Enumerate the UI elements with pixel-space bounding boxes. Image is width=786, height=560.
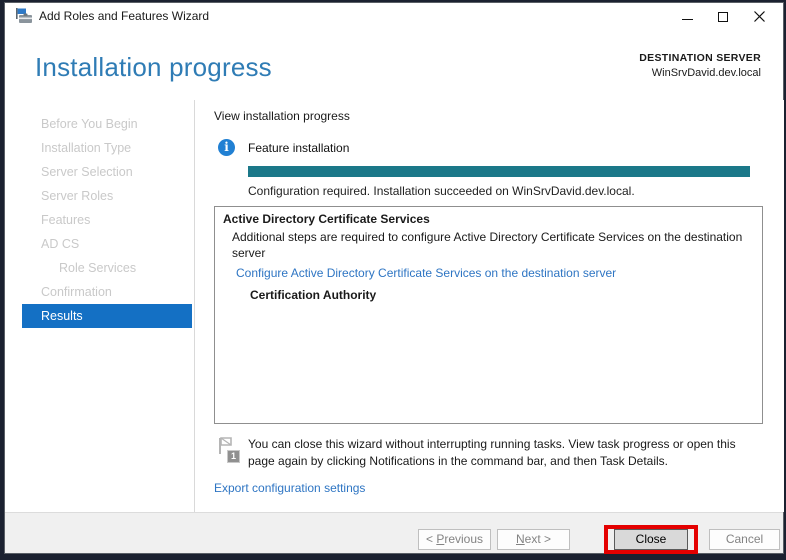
wizard-footer: < Previous Next > Close Cancel [5, 512, 783, 553]
sidebar-item-server-roles: Server Roles [22, 184, 192, 208]
next-button[interactable]: Next > [497, 529, 570, 550]
close-wizard-note: You can close this wizard without interr… [248, 436, 750, 470]
window-title: Add Roles and Features Wizard [39, 3, 209, 30]
titlebar[interactable]: Add Roles and Features Wizard [5, 3, 783, 30]
wizard-window: Add Roles and Features Wizard Installati… [4, 2, 784, 554]
sidebar-item-confirmation: Confirmation [22, 280, 192, 304]
cancel-button[interactable]: Cancel [709, 529, 780, 550]
page-title: Installation progress [35, 52, 272, 83]
sidebar-item-installation-type: Installation Type [22, 136, 192, 160]
sidebar-item-role-services: Role Services [22, 256, 192, 280]
role-detail-text: Additional steps are required to configu… [232, 229, 760, 261]
destination-server-value: WinSrvDavid.dev.local [639, 67, 761, 79]
task-count-badge: 1 [227, 450, 240, 463]
wizard-content: View installation progress i Feature ins… [196, 100, 784, 512]
role-title: Active Directory Certificate Services [223, 212, 430, 226]
wizard-steps-sidebar: Before You Begin Installation Type Serve… [5, 100, 195, 512]
next-label: N [516, 532, 525, 546]
minimize-icon[interactable] [669, 3, 705, 30]
flag-icon: 1 [218, 437, 240, 464]
progress-fill [248, 166, 750, 177]
progress-status-text: Configuration required. Installation suc… [248, 184, 635, 198]
destination-server-block: DESTINATION SERVER WinSrvDavid.dev.local [639, 52, 761, 79]
certification-authority-label: Certification Authority [250, 288, 376, 302]
progress-bar [248, 166, 750, 177]
results-box: Active Directory Certificate Services Ad… [214, 206, 763, 424]
close-button[interactable]: Close [614, 529, 688, 550]
info-icon: i [218, 139, 235, 156]
sidebar-item-features: Features [22, 208, 192, 232]
close-icon[interactable] [741, 3, 777, 30]
configure-adcs-link[interactable]: Configure Active Directory Certificate S… [236, 266, 616, 280]
window-controls [669, 3, 777, 30]
sidebar-item-ad-cs: AD CS [22, 232, 192, 256]
sidebar-item-results[interactable]: Results [22, 304, 192, 328]
export-configuration-link[interactable]: Export configuration settings [214, 481, 365, 495]
destination-server-label: DESTINATION SERVER [639, 52, 761, 64]
feature-installation-label: Feature installation [248, 141, 349, 155]
sidebar-item-server-selection: Server Selection [22, 160, 192, 184]
sidebar-item-before-you-begin: Before You Begin [22, 112, 192, 136]
wizard-app-icon [15, 8, 33, 24]
maximize-icon[interactable] [705, 3, 741, 30]
previous-label: < [426, 532, 436, 546]
previous-button[interactable]: < Previous [418, 529, 491, 550]
view-progress-label: View installation progress [214, 109, 350, 123]
wizard-header: Installation progress DESTINATION SERVER… [5, 30, 783, 100]
